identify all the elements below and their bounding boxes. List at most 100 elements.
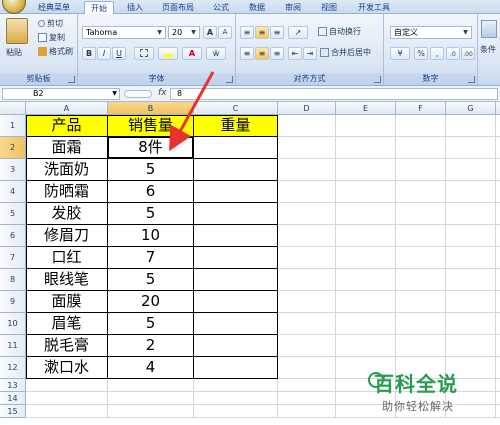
align-right-button[interactable]: ≡: [270, 47, 284, 60]
format-painter-button[interactable]: 格式刷: [38, 46, 73, 58]
shrink-font-button[interactable]: A: [218, 26, 232, 39]
tab-insert[interactable]: 插入: [120, 1, 150, 14]
row-header-6[interactable]: 6: [0, 225, 26, 247]
row-header-3[interactable]: 3: [0, 159, 26, 181]
tab-data[interactable]: 数据: [242, 1, 272, 14]
wrap-text-button[interactable]: 自动换行: [318, 26, 361, 38]
table-cell[interactable]: 5: [108, 269, 193, 290]
table-cell[interactable]: 眉笔: [26, 313, 107, 334]
table-cell[interactable]: 10: [108, 225, 193, 246]
align-middle-button[interactable]: ≡: [255, 26, 269, 39]
row-header-8[interactable]: 8: [0, 269, 26, 291]
row-header-5[interactable]: 5: [0, 203, 26, 225]
font-size-select[interactable]: 20 ▼: [168, 26, 200, 39]
table-cell[interactable]: [194, 335, 277, 356]
column-header-b[interactable]: B: [108, 102, 194, 115]
table-cell[interactable]: 口红: [26, 247, 107, 268]
table-cell[interactable]: [194, 137, 277, 158]
clipboard-launcher-icon[interactable]: [68, 76, 75, 83]
table-cell[interactable]: 2: [108, 335, 193, 356]
table-cell[interactable]: 4: [108, 357, 193, 378]
row-header-15[interactable]: 15: [0, 405, 26, 418]
table-cell[interactable]: 面膜: [26, 291, 107, 312]
percent-button[interactable]: %: [414, 47, 428, 60]
name-box[interactable]: B2 ▼: [2, 88, 120, 100]
tab-classic-menu[interactable]: 经典菜单: [30, 1, 78, 14]
align-left-button[interactable]: ≡: [240, 47, 254, 60]
table-cell[interactable]: 洗面奶: [26, 159, 107, 180]
fill-color-button[interactable]: [158, 47, 178, 60]
table-cell[interactable]: 20: [108, 291, 193, 312]
table-cell[interactable]: [194, 291, 277, 312]
alignment-launcher-icon[interactable]: [374, 76, 381, 83]
tab-review[interactable]: 审阅: [278, 1, 308, 14]
column-header-e[interactable]: E: [336, 102, 396, 115]
row-header-10[interactable]: 10: [0, 313, 26, 335]
comma-button[interactable]: ,: [430, 47, 444, 60]
decrease-decimal-button[interactable]: .00: [461, 47, 475, 60]
table-cell[interactable]: 5: [108, 203, 193, 224]
table-header-cell[interactable]: 重量: [194, 115, 277, 136]
conditional-format-label[interactable]: 条件: [480, 44, 496, 56]
row-header-1[interactable]: 1: [0, 115, 26, 137]
select-all-corner[interactable]: [0, 102, 26, 115]
table-cell[interactable]: 面霜: [26, 137, 107, 158]
number-format-select[interactable]: 自定义 ▼: [390, 26, 472, 39]
tab-formulas[interactable]: 公式: [206, 1, 236, 14]
tab-view[interactable]: 视图: [314, 1, 344, 14]
table-cell[interactable]: 7: [108, 247, 193, 268]
table-cell[interactable]: [194, 225, 277, 246]
phonetic-button[interactable]: ẅ: [206, 47, 226, 60]
row-header-13[interactable]: 13: [0, 379, 26, 392]
table-header-cell[interactable]: 销售量: [108, 115, 193, 136]
table-cell[interactable]: 脱毛膏: [26, 335, 107, 356]
table-cell[interactable]: 6: [108, 181, 193, 202]
currency-button[interactable]: ¥: [390, 47, 410, 60]
formula-bar-handle[interactable]: [124, 90, 152, 98]
column-header-a[interactable]: A: [26, 102, 108, 115]
row-header-2[interactable]: 2: [0, 137, 26, 159]
tab-home[interactable]: 开始: [84, 1, 114, 14]
row-header-9[interactable]: 9: [0, 291, 26, 313]
tab-developer[interactable]: 开发工具: [352, 1, 396, 14]
merge-center-button[interactable]: 合并后居中: [320, 47, 371, 59]
insert-function-icon[interactable]: fx: [158, 88, 167, 98]
font-launcher-icon[interactable]: [226, 76, 233, 83]
column-header-c[interactable]: C: [194, 102, 278, 115]
number-launcher-icon[interactable]: [468, 76, 475, 83]
conditional-format-icon[interactable]: [481, 20, 497, 38]
table-cell[interactable]: [194, 159, 277, 180]
table-cell[interactable]: 漱口水: [26, 357, 107, 378]
column-header-h[interactable]: H: [496, 102, 500, 115]
underline-button[interactable]: U: [112, 47, 126, 60]
italic-button[interactable]: I: [97, 47, 111, 60]
align-top-button[interactable]: ≡: [240, 26, 254, 39]
row-header-14[interactable]: 14: [0, 392, 26, 405]
decrease-indent-button[interactable]: ⇤: [288, 47, 302, 60]
table-cell[interactable]: 眼线笔: [26, 269, 107, 290]
cut-button[interactable]: 剪切: [38, 18, 63, 30]
row-header-4[interactable]: 4: [0, 181, 26, 203]
table-header-cell[interactable]: 产品: [26, 115, 107, 136]
table-cell[interactable]: [194, 247, 277, 268]
formula-input[interactable]: 8: [170, 88, 498, 100]
table-cell[interactable]: [194, 357, 277, 378]
border-button[interactable]: [134, 47, 154, 60]
table-cell[interactable]: [194, 313, 277, 334]
table-cell[interactable]: 5: [108, 313, 193, 334]
table-cell[interactable]: [194, 269, 277, 290]
column-header-f[interactable]: F: [396, 102, 446, 115]
align-center-button[interactable]: ≡: [255, 47, 269, 60]
align-bottom-button[interactable]: ≡: [270, 26, 284, 39]
table-cell[interactable]: 修眉刀: [26, 225, 107, 246]
table-cell[interactable]: 5: [108, 159, 193, 180]
tab-page-layout[interactable]: 页面布局: [156, 1, 200, 14]
office-button[interactable]: [2, 0, 26, 14]
increase-indent-button[interactable]: ⇥: [303, 47, 317, 60]
table-cell[interactable]: [194, 203, 277, 224]
font-name-select[interactable]: Tahoma ▼: [82, 26, 166, 39]
paste-icon[interactable]: [6, 18, 28, 44]
orientation-button[interactable]: ↗: [288, 26, 308, 39]
paste-button[interactable]: 粘贴: [6, 47, 22, 59]
row-header-12[interactable]: 12: [0, 357, 26, 379]
